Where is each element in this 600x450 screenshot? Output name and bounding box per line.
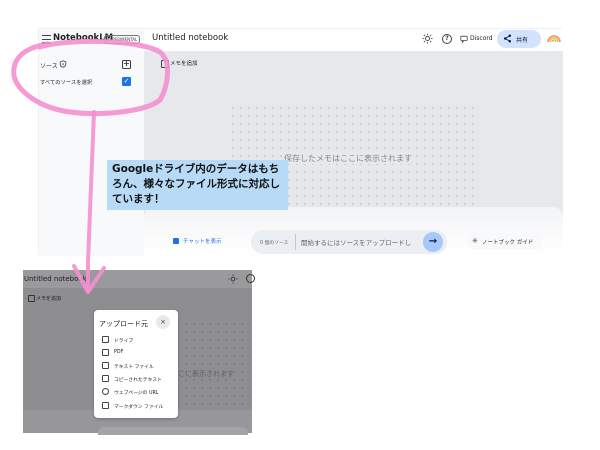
markdown-icon (102, 402, 109, 409)
menu-icon[interactable] (42, 35, 51, 44)
notes-empty-message: 保存したメモはここに表示されます (282, 153, 414, 164)
annotation-callout-text: Googleドライブ内のデータはもちろん、様々なファイル形式に対応しています！ (112, 163, 280, 205)
show-chat-button[interactable]: チャットを表示 (183, 237, 221, 245)
share-button-label: 共有 (516, 37, 529, 44)
send-button[interactable]: → (423, 232, 443, 252)
chat-bubble-icon (460, 35, 468, 43)
theme-toggle-icon[interactable] (422, 33, 433, 44)
theme-toggle-icon (228, 274, 238, 284)
upload-option-copied-text[interactable]: コピーされたテキスト (114, 376, 162, 383)
add-note-button[interactable]: メモを追加 (170, 59, 198, 67)
close-dialog-button[interactable]: × (156, 315, 170, 329)
add-source-button[interactable]: + (122, 60, 131, 69)
upload-option-text-file[interactable]: テキスト ファイル (114, 363, 154, 370)
select-all-checkbox[interactable]: ✓ (122, 77, 131, 86)
select-all-sources-label: すべてのソースを選択 (40, 80, 93, 86)
add-note-icon (28, 295, 35, 302)
rainbow-avatar-icon[interactable] (547, 33, 561, 43)
help-icon (246, 274, 255, 283)
experimental-badge: EXPERIMENTAL (104, 35, 141, 44)
notebook-title-dimmed: Untitled notebook (24, 275, 87, 283)
shield-icon (59, 60, 67, 68)
add-note-icon (161, 60, 169, 68)
sources-heading: ソース (40, 63, 58, 70)
pdf-icon (102, 349, 109, 356)
help-icon[interactable]: ? (442, 34, 452, 44)
notebook-guide-label: ノートブック ガイド (482, 240, 534, 246)
upload-option-web-url[interactable]: ウェブページの URL (114, 389, 159, 396)
drive-icon (102, 336, 109, 343)
upload-option-markdown[interactable]: マークダウン ファイル (114, 403, 163, 410)
copy-icon (102, 375, 109, 382)
chat-input-placeholder[interactable]: 開始するにはソースをアップロードし (301, 237, 419, 247)
chat-input-dimmed (98, 427, 248, 435)
notes-empty-message-dimmed: こに表示されます (178, 370, 234, 378)
sparkle-icon: ✳ (472, 237, 478, 245)
source-count: 0 個のソース (260, 241, 289, 246)
text-file-icon (102, 362, 109, 369)
notebook-title[interactable]: Untitled notebook (152, 33, 228, 43)
upload-option-pdf[interactable]: PDF (114, 350, 123, 355)
input-divider (295, 234, 296, 250)
discord-link[interactable]: Discord (470, 35, 493, 42)
share-icon (503, 34, 512, 43)
chat-icon (173, 238, 179, 244)
add-note-button-dimmed: メモを追加 (36, 296, 62, 302)
web-icon (102, 388, 109, 395)
upload-dialog-title: アップロード元 (99, 320, 148, 328)
upload-option-drive[interactable]: ドライブ (114, 337, 133, 344)
